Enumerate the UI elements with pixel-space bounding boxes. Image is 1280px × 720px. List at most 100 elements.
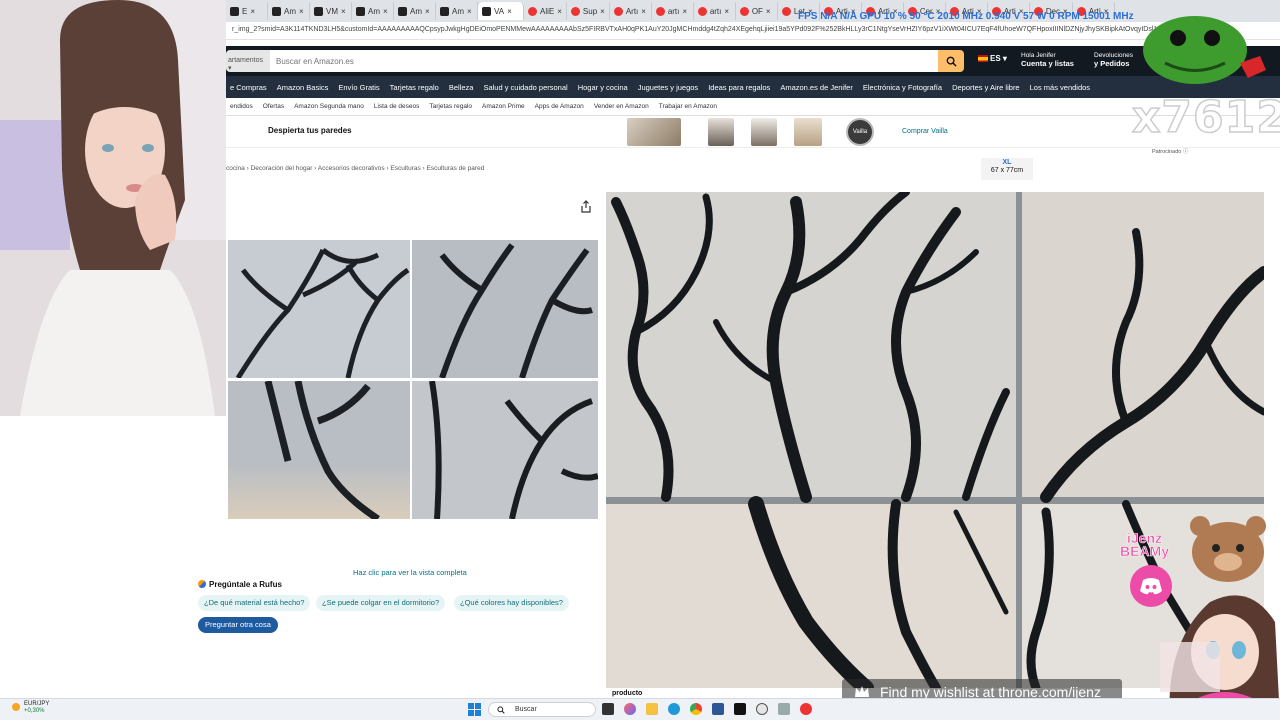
banner-cta-link[interactable]: Comprar Vailla [902,128,948,135]
breadcrumb[interactable]: cocina › Decoración del hogar › Accesori… [226,165,484,172]
search-button[interactable] [938,50,964,72]
gallery-thumbnail[interactable] [228,381,410,519]
terminal-icon[interactable] [734,703,746,715]
nav-item[interactable]: Amazon.es de Jenifer [780,83,853,92]
browser-tab[interactable]: Am × [436,2,478,20]
sponsored-banner[interactable]: Despierta tus paredes Vailla Comprar Vai… [226,116,1280,155]
banner-thumb[interactable] [794,118,822,146]
tab-close-icon[interactable]: × [600,7,605,16]
app-icon[interactable] [712,703,724,715]
department-select[interactable]: artamentos ▾ [226,50,270,72]
tab-close-icon[interactable]: × [507,7,512,16]
amazon-favicon-icon [356,6,365,16]
windows-start-button[interactable] [468,703,481,716]
browser-tab[interactable]: AliE × [524,2,567,20]
throne-crown-icon [855,686,869,697]
subnav-item[interactable]: Ofertas [263,103,284,110]
subnav-item[interactable]: endidos [230,103,253,110]
subnav-item[interactable]: Amazon Segunda mano [294,103,364,110]
returns-orders-link[interactable]: Devoluciones y Pedidos [1094,52,1133,68]
tab-close-icon[interactable]: × [425,7,430,16]
subnav-item[interactable]: Apps de Amazon [535,103,584,110]
tab-label: Am [452,6,464,16]
rufus-chip[interactable]: ¿Qué colores hay disponibles? [454,595,569,611]
browser-tab[interactable]: Am × [268,2,310,20]
taskbar-search[interactable]: Buscar [488,702,596,717]
browser-tab[interactable]: VA × [478,2,524,20]
nav-item[interactable]: Envío Gratis [338,83,379,92]
browser-tab[interactable]: OF × [736,2,778,20]
browser-tab[interactable]: Artı × [610,2,652,20]
size-badge[interactable]: XL 67 x 77cm [981,158,1033,180]
tab-close-icon[interactable]: × [557,7,562,16]
tab-close-icon[interactable]: × [467,7,472,16]
banner-thumb[interactable] [627,118,681,146]
tab-close-icon[interactable]: × [641,7,646,16]
banner-thumb[interactable] [751,118,777,146]
subnav-item[interactable]: Tarjetas regalo [429,103,472,110]
search-input[interactable] [270,50,938,72]
nav-item[interactable]: Hogar y cocina [578,83,628,92]
tab-close-icon[interactable]: × [299,7,304,16]
account-menu[interactable]: Hola Jenifer Cuenta y listas [1021,52,1074,68]
amazon-sub-nav: endidos Ofertas Amazon Segunda mano Lista d… [226,98,1280,116]
tab-close-icon[interactable]: × [383,7,388,16]
settings-icon[interactable] [778,703,790,715]
nav-item[interactable]: Los más vendidos [1030,83,1090,92]
nav-item[interactable]: Amazon Basics [277,83,329,92]
tab-label: Sup [582,6,598,16]
account-greeting: Hola Jenifer [1021,52,1056,59]
nav-item[interactable]: Salud y cuidado personal [483,83,567,92]
task-view-icon[interactable] [602,703,614,715]
tab-close-icon[interactable]: × [682,7,687,16]
browser-tab[interactable]: VM × [310,2,352,20]
tab-close-icon[interactable]: × [341,7,346,16]
chrome-icon[interactable] [690,703,702,715]
subnav-item[interactable]: Vender en Amazon [594,103,649,110]
browser-tab[interactable]: E × [226,2,268,20]
obs-icon[interactable] [756,703,768,715]
windows-taskbar: EUR/JPY +0,30% Buscar [0,698,1280,720]
nav-item[interactable]: e Compras [230,83,267,92]
ticker-widget[interactable]: EUR/JPY +0,30% [24,701,49,715]
nav-item[interactable]: Deportes y Aire libre [952,83,1020,92]
file-explorer-icon[interactable] [646,703,658,715]
nav-item[interactable]: Tarjetas regalo [390,83,439,92]
edge-icon[interactable] [668,703,680,715]
browser-tab[interactable]: artı × [694,2,736,20]
language-label: ES [990,54,1001,63]
tab-close-icon[interactable]: × [766,7,771,16]
browser-tab[interactable]: Sup × [567,2,610,20]
full-view-link[interactable]: Haz clic para ver la vista completa [353,568,467,577]
tab-close-icon[interactable]: × [250,7,255,16]
nav-item[interactable]: Juguetes y juegos [638,83,698,92]
language-select[interactable]: ES ▾ [978,54,1007,63]
subnav-item[interactable]: Trabajar en Amazon [659,103,717,110]
nav-item[interactable]: Ideas para regalos [708,83,770,92]
browser-tab[interactable]: Am × [352,2,394,20]
vailla-logo[interactable]: Vailla [846,118,874,146]
tab-close-icon[interactable]: × [724,7,729,16]
gallery-thumbnail[interactable] [412,381,598,519]
nav-item[interactable]: Electrónica y Fotografía [863,83,942,92]
gallery-thumbnail[interactable] [412,240,598,378]
copilot-icon[interactable] [624,703,636,715]
rufus-icon [198,580,206,588]
orders-label: y Pedidos [1094,59,1130,68]
browser-tab[interactable]: artı × [652,2,694,20]
browser-tab[interactable]: Am × [394,2,436,20]
rufus-chip[interactable]: ¿Se puede colgar en el dormitorio? [316,595,446,611]
share-icon[interactable] [580,200,592,218]
app-icon[interactable] [800,703,812,715]
nav-item[interactable]: Belleza [449,83,474,92]
gallery-thumbnail[interactable] [228,240,410,378]
amazon-favicon-icon [440,6,449,16]
amazon-favicon-icon [272,6,281,16]
rufus-chip[interactable]: ¿De qué material está hecho? [198,595,311,611]
subnav-item[interactable]: Lista de deseos [374,103,420,110]
banner-thumb[interactable] [708,118,734,146]
subnav-item[interactable]: Amazon Prime [482,103,525,110]
ask-other-button[interactable]: Preguntar otra cosa [198,617,278,633]
amazon-favicon-icon [230,6,239,16]
address-bar[interactable]: r_img_2?smid=A3K114TKND3LH5&customId=AAA… [226,22,1280,40]
